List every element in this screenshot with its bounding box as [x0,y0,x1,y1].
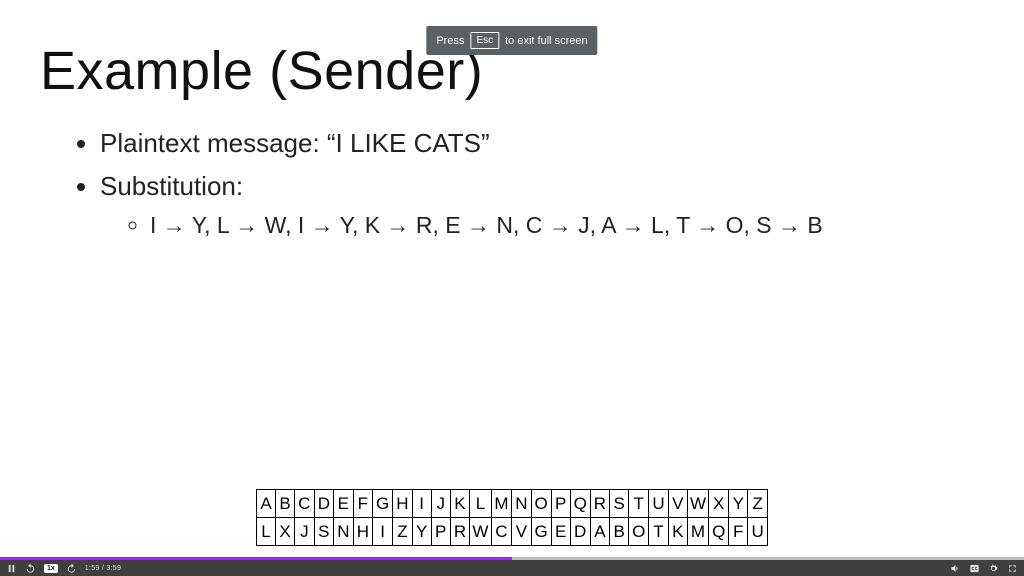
plain-cell: R [590,490,610,518]
cipher-cell: C [491,518,511,546]
cipher-cell: R [450,518,470,546]
plain-cell: A [257,490,276,518]
cipher-cell: A [590,518,610,546]
video-player-bar: 1x 1:59 / 3:59 [0,560,1024,576]
cipher-cell: H [353,518,373,546]
cipher-cell: P [431,518,450,546]
plain-cell: L [470,490,491,518]
cipher-cell: O [629,518,649,546]
plain-cell: S [610,490,629,518]
plain-cell: U [649,490,669,518]
cipher-row: LXJSNHIZYPRWCVGEDABOTKMQFU [257,518,768,546]
subbullet-mapping: I → Y, L → W, I → Y, K → R, E → N, C → J… [150,208,984,243]
cipher-cell: N [334,518,354,546]
plain-cell: O [531,490,551,518]
cipher-cell: Z [393,518,413,546]
plain-cell: G [373,490,393,518]
plain-cell: P [551,490,570,518]
fullscreen-esc-banner: Press Esc to exit full screen [426,26,597,55]
cipher-cell: V [512,518,532,546]
plain-cell: D [314,490,334,518]
plain-cell: K [450,490,470,518]
plain-cell: F [353,490,373,518]
player-right-controls [950,563,1018,574]
player-left-controls: 1x 1:59 / 3:59 [6,563,121,574]
cipher-cell: B [610,518,629,546]
substitution-table: ABCDEFGHIJKLMNOPQRSTUVWXYZ LXJSNHIZYPRWC… [256,489,768,546]
plain-cell: C [295,490,315,518]
cipher-cell: F [729,518,748,546]
plain-cell: W [687,490,708,518]
subbullet-list: I → Y, L → W, I → Y, K → R, E → N, C → J… [100,208,984,243]
cipher-cell: Y [412,518,431,546]
plain-cell: N [512,490,532,518]
fullscreen-icon[interactable] [1007,563,1018,574]
plain-cell: V [668,490,687,518]
forward-icon[interactable] [66,563,77,574]
cipher-cell: D [570,518,590,546]
cipher-cell: S [314,518,334,546]
cipher-cell: G [531,518,551,546]
plain-cell: Q [570,490,590,518]
plain-cell: Y [729,490,748,518]
plain-cell: Z [748,490,768,518]
cipher-cell: I [373,518,393,546]
bullet-substitution-label: Substitution: [100,171,243,201]
bullet-substitution: Substitution: I → Y, L → W, I → Y, K → R… [100,167,984,243]
cipher-cell: M [687,518,708,546]
cipher-cell: K [668,518,687,546]
plain-cell: I [412,490,431,518]
pause-icon[interactable] [6,563,17,574]
rewind-icon[interactable] [25,563,36,574]
cipher-cell: X [276,518,295,546]
cipher-cell: U [748,518,768,546]
plain-cell: J [431,490,450,518]
esc-key-label: Esc [470,32,499,49]
cipher-cell: W [470,518,491,546]
banner-post: to exit full screen [505,35,588,47]
plain-cell: B [276,490,295,518]
cipher-cell: Q [709,518,729,546]
cipher-cell: J [295,518,315,546]
bullet-plaintext: Plaintext message: “I LIKE CATS” [100,124,984,163]
banner-pre: Press [436,35,464,47]
bullet-list: Plaintext message: “I LIKE CATS” Substit… [40,124,984,243]
plain-cell: M [491,490,511,518]
volume-icon[interactable] [950,563,961,574]
slide-area: Example (Sender) Plaintext message: “I L… [0,0,1024,576]
settings-icon[interactable] [988,563,999,574]
captions-icon[interactable] [969,563,980,574]
plain-cell: X [709,490,729,518]
alphabet-row: ABCDEFGHIJKLMNOPQRSTUVWXYZ [257,490,768,518]
time-display: 1:59 / 3:59 [85,565,121,572]
cipher-cell: T [649,518,669,546]
playback-speed-badge[interactable]: 1x [44,564,58,573]
plain-cell: H [393,490,413,518]
plain-cell: T [629,490,649,518]
plain-cell: E [334,490,354,518]
cipher-cell: L [257,518,276,546]
cipher-cell: E [551,518,570,546]
